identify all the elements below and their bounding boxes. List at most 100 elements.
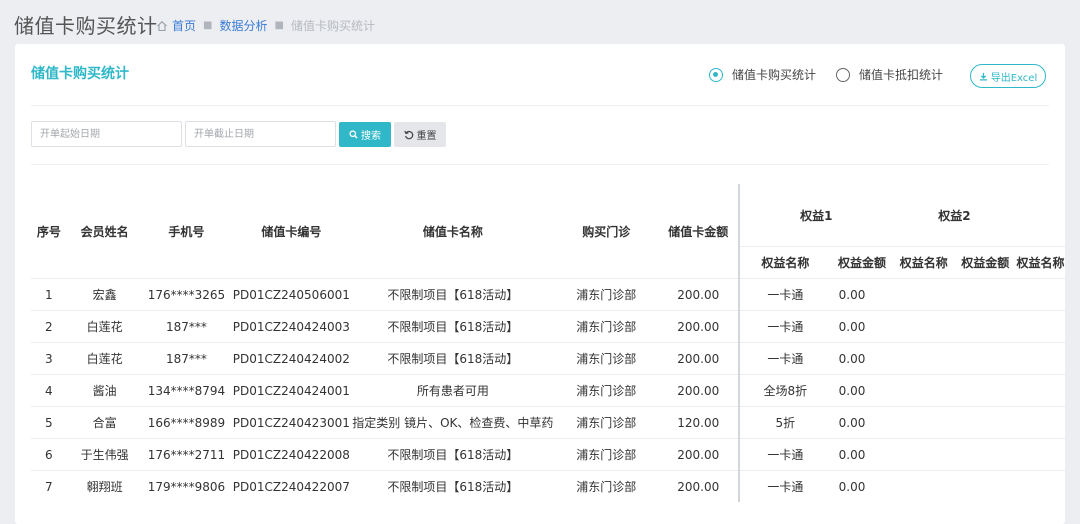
cell-empty bbox=[1015, 278, 1065, 311]
cell-card-no: PD01CZ240422007 bbox=[230, 470, 353, 502]
export-label: 导出Excel bbox=[990, 72, 1038, 84]
search-icon bbox=[349, 130, 358, 139]
radio-purchase-stats[interactable]: 储值卡购买统计 bbox=[709, 66, 816, 83]
cell-empty bbox=[1015, 470, 1065, 502]
radio-label: 储值卡购买统计 bbox=[732, 68, 817, 82]
divider bbox=[31, 164, 1049, 165]
cell-card-no: PD01CZ240424002 bbox=[230, 342, 353, 375]
cell-empty bbox=[892, 342, 955, 375]
col-header-benefit-2: 权益2 bbox=[892, 184, 1016, 247]
cell-b1-amount: 0.00 bbox=[831, 310, 893, 343]
cell-b1-amount: 0.00 bbox=[831, 470, 893, 502]
search-button[interactable]: 搜索 bbox=[339, 122, 391, 147]
cell-card-no: PD01CZ240424001 bbox=[230, 374, 353, 407]
reset-button[interactable]: 重置 bbox=[394, 122, 446, 147]
col-header-benefit-2-amount: 权益金额 bbox=[961, 256, 1010, 270]
cell-empty bbox=[892, 310, 955, 343]
cell-index: 6 bbox=[31, 438, 67, 471]
col-header-benefit-1-amount: 权益金额 bbox=[838, 256, 887, 270]
cell-index: 3 bbox=[31, 342, 67, 375]
radio-checked-icon[interactable] bbox=[709, 67, 723, 82]
cell-member: 合富 bbox=[66, 406, 143, 439]
cell-empty bbox=[954, 470, 1016, 502]
cell-phone: 187*** bbox=[142, 342, 231, 375]
cell-member: 白莲花 bbox=[66, 342, 143, 375]
cell-store: 浦东门诊部 bbox=[553, 310, 659, 343]
cell-phone: 166****8989 bbox=[142, 406, 231, 439]
cell-index: 2 bbox=[31, 310, 67, 343]
purchase-stats-table: 序号 会员姓名 手机号 储值卡编号 储值卡名称 购买门诊 储值卡金额 权益1 权… bbox=[31, 184, 1065, 502]
cell-empty bbox=[1015, 310, 1065, 343]
breadcrumb-current: 储值卡购买统计 bbox=[290, 19, 375, 33]
cell-card-name: 不限制项目【618活动】 bbox=[352, 278, 554, 311]
table-row[interactable]: 3 白莲花 187*** PD01CZ240424002 不限制项目【618活动】 浦东门… bbox=[31, 342, 1065, 375]
cell-card-name: 不限制项目【618活动】 bbox=[352, 310, 554, 343]
cell-card-no: PD01CZ240423001 bbox=[230, 406, 353, 439]
cell-phone: 179****9806 bbox=[142, 470, 231, 502]
cell-b1-name: 一卡通 bbox=[737, 470, 832, 502]
breadcrumb-separator-icon: ■ bbox=[203, 20, 213, 31]
cell-card-no: PD01CZ240424003 bbox=[230, 310, 353, 343]
cell-store: 浦东门诊部 bbox=[553, 438, 659, 471]
cell-b1-name: 全场8折 bbox=[737, 374, 832, 407]
end-date-input[interactable] bbox=[185, 121, 336, 147]
cell-empty bbox=[892, 470, 955, 502]
radio-deduction-stats[interactable]: 储值卡抵扣统计 bbox=[836, 66, 943, 83]
breadcrumb-separator-icon: ■ bbox=[274, 20, 284, 31]
cell-phone: 187*** bbox=[142, 310, 231, 343]
cell-empty bbox=[954, 342, 1016, 375]
home-icon[interactable] bbox=[156, 20, 168, 32]
cell-empty bbox=[892, 406, 955, 439]
table-row[interactable]: 6 于生伟强 176****2711 PD01CZ240422008 不限制项目【618… bbox=[31, 438, 1065, 471]
table-row[interactable]: 5 合富 166****8989 PD01CZ240423001 指定类别 镜片、OK、… bbox=[31, 406, 1065, 439]
breadcrumb-home[interactable]: 首页 bbox=[172, 17, 196, 34]
cell-empty bbox=[954, 374, 1016, 407]
cell-b1-amount: 0.00 bbox=[831, 406, 893, 439]
panel-title: 储值卡购买统计 bbox=[31, 66, 129, 82]
cell-empty bbox=[892, 278, 955, 311]
cell-member: 宏鑫 bbox=[66, 278, 143, 311]
table-row[interactable]: 7 翱翔班 179****9806 PD01CZ240422007 不限制项目【618活… bbox=[31, 470, 1065, 502]
col-header-benefit-3 bbox=[1015, 184, 1065, 247]
col-header-member: 会员姓名 bbox=[66, 184, 143, 279]
cell-phone: 176****3265 bbox=[142, 278, 231, 311]
table-body: 1 宏鑫 176****3265 PD01CZ240506001 不限制项目【618活动… bbox=[31, 278, 1065, 502]
cell-empty bbox=[1015, 342, 1065, 375]
cell-empty bbox=[954, 310, 1016, 343]
cell-member: 酱油 bbox=[66, 374, 143, 407]
breadcrumb-data-analysis[interactable]: 数据分析 bbox=[219, 17, 267, 34]
cell-empty bbox=[954, 278, 1016, 311]
col-header-card-name: 储值卡名称 bbox=[352, 184, 554, 279]
table-row[interactable]: 1 宏鑫 176****3265 PD01CZ240506001 不限制项目【618活动… bbox=[31, 278, 1065, 311]
cell-card-name: 不限制项目【618活动】 bbox=[352, 342, 554, 375]
cell-b1-name: 一卡通 bbox=[737, 438, 832, 471]
cell-store: 浦东门诊部 bbox=[553, 278, 659, 311]
start-date-input[interactable] bbox=[31, 121, 182, 147]
cell-card-name: 不限制项目【618活动】 bbox=[352, 438, 554, 471]
cell-amount: 200.00 bbox=[658, 470, 739, 502]
col-header-amount: 储值卡金额 bbox=[658, 184, 739, 279]
cell-index: 1 bbox=[31, 278, 67, 311]
cell-member: 于生伟强 bbox=[66, 438, 143, 471]
cell-empty bbox=[954, 438, 1016, 471]
cell-store: 浦东门诊部 bbox=[553, 470, 659, 502]
radio-unchecked-icon[interactable] bbox=[836, 67, 851, 82]
cell-store: 浦东门诊部 bbox=[553, 406, 659, 439]
cell-b1-name: 5折 bbox=[737, 406, 832, 439]
cell-b1-amount: 0.00 bbox=[831, 278, 893, 311]
col-header-index: 序号 bbox=[31, 184, 67, 279]
cell-amount: 200.00 bbox=[658, 374, 739, 407]
export-excel-button[interactable]: 导出Excel bbox=[970, 64, 1046, 88]
cell-empty bbox=[954, 406, 1016, 439]
cell-amount: 200.00 bbox=[658, 278, 739, 311]
table-row[interactable]: 2 白莲花 187*** PD01CZ240424003 不限制项目【618活动】 浦东门… bbox=[31, 310, 1065, 343]
col-header-phone: 手机号 bbox=[142, 184, 231, 279]
divider bbox=[31, 105, 1049, 106]
cell-index: 4 bbox=[31, 374, 67, 407]
cell-member: 白莲花 bbox=[66, 310, 143, 343]
col-header-store: 购买门诊 bbox=[553, 184, 659, 279]
table-row[interactable]: 4 酱油 134****8794 PD01CZ240424001 所有患者可用 浦东门诊部… bbox=[31, 374, 1065, 407]
cell-amount: 200.00 bbox=[658, 342, 739, 375]
content-panel: 储值卡购买统计 储值卡购买统计 储值卡抵扣统计 导出Excel 搜索 重置 bbox=[15, 44, 1065, 524]
cell-index: 5 bbox=[31, 406, 67, 439]
